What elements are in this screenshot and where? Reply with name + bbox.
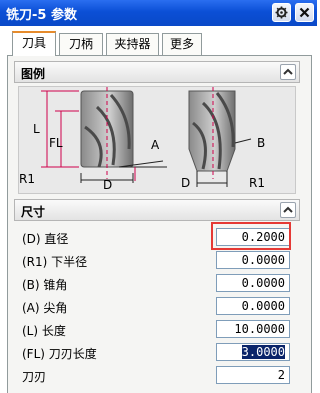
title-bar: 铣刀-5 参数: [0, 0, 317, 26]
param-label: (B) 锥角: [22, 278, 68, 292]
tool-right: B D R1: [181, 87, 265, 190]
param-label: (R1) 下半径: [22, 255, 88, 269]
end-mill-illustration: L FL R1 D A B D R1: [19, 87, 265, 192]
tool-diagram: L FL R1 D A B D R1: [18, 86, 296, 194]
group-title: 尺寸: [21, 205, 46, 219]
window-title: 铣刀-5 参数: [6, 8, 77, 23]
collapse-button[interactable]: [280, 202, 296, 218]
tool-left: L FL R1 D A: [19, 87, 167, 192]
param-row-length: (L) 长度 10.0000: [22, 320, 292, 340]
tab-cutter[interactable]: 刀具: [12, 31, 56, 56]
tip-angle-input[interactable]: 0.0000: [216, 297, 290, 315]
collapse-button[interactable]: [280, 64, 296, 80]
taper-angle-input[interactable]: 0.0000: [216, 274, 290, 292]
close-button[interactable]: [295, 3, 314, 22]
dim-label-d-right: D: [181, 176, 190, 190]
field-value: 10.0000: [234, 322, 285, 336]
group-title: 图例: [21, 67, 46, 81]
close-icon: [299, 7, 310, 18]
field-value: 2: [277, 368, 285, 382]
param-label: (L) 长度: [22, 324, 66, 338]
param-label: (FL) 刀刃长度: [22, 347, 97, 361]
param-row-tip-angle: (A) 尖角 0.0000: [22, 297, 292, 317]
gear-icon: [275, 6, 288, 19]
highlight-box: [211, 222, 291, 250]
tab-label: 夹持器: [114, 37, 151, 51]
param-label: (D) 直径: [22, 232, 69, 246]
param-row-flute-length: (FL) 刀刃长度 3.0000: [22, 343, 292, 363]
dim-label-d: D: [103, 178, 112, 192]
illustration-group-header[interactable]: 图例: [14, 61, 300, 83]
param-label: 刀刃: [22, 370, 47, 384]
param-row-lower-radius: (R1) 下半径 0.0000: [22, 251, 292, 271]
flutes-input[interactable]: 2: [216, 366, 290, 384]
lower-radius-input[interactable]: 0.0000: [216, 251, 290, 269]
tab-label: 刀柄: [68, 37, 93, 51]
flute-length-input[interactable]: 3.0000: [216, 343, 290, 361]
chevron-up-icon: [283, 68, 293, 75]
tab-more[interactable]: 更多: [162, 33, 202, 55]
field-value: 0.0000: [241, 276, 285, 290]
tab-label: 刀具: [21, 36, 46, 50]
dim-label-l: L: [33, 122, 40, 136]
param-label: (A) 尖角: [22, 301, 68, 315]
dim-label-r1: R1: [19, 172, 35, 186]
tab-holder[interactable]: 夹持器: [106, 33, 159, 55]
tab-label: 更多: [169, 37, 194, 51]
settings-button[interactable]: [272, 3, 291, 22]
field-value: 0.0000: [241, 299, 285, 313]
param-row-taper-angle: (B) 锥角 0.0000: [22, 274, 292, 294]
dim-label-a: A: [151, 138, 160, 152]
dim-label-b: B: [257, 136, 265, 150]
dim-label-fl: FL: [49, 136, 63, 150]
param-row-flutes: 刀刃 2: [22, 366, 292, 386]
tab-shank[interactable]: 刀柄: [59, 33, 103, 55]
field-value: 3.0000: [241, 345, 285, 359]
field-value: 0.0000: [241, 253, 285, 267]
size-group-header[interactable]: 尺寸: [14, 199, 300, 221]
dim-label-r1-right: R1: [249, 176, 265, 190]
length-input[interactable]: 10.0000: [216, 320, 290, 338]
chevron-up-icon: [283, 206, 293, 213]
